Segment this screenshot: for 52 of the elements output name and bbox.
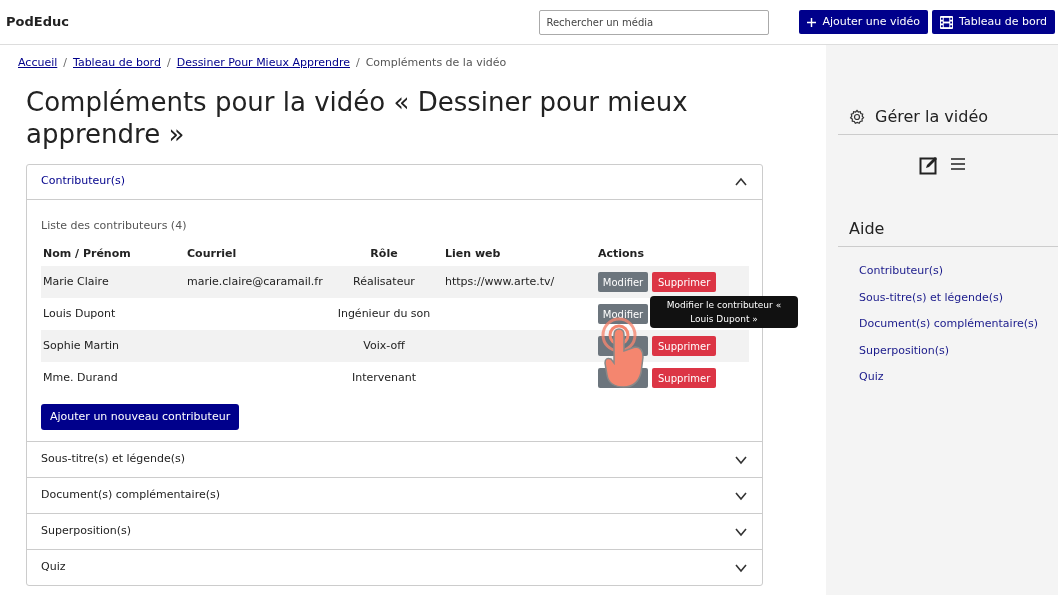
edit-icon[interactable] bbox=[919, 155, 939, 175]
delete-button[interactable]: Supprimer bbox=[652, 336, 717, 356]
table-cell: https://www.arte.tv/ bbox=[445, 274, 555, 288]
table-caption: Liste des contributeurs (4) bbox=[41, 217, 188, 234]
table-cell: marie.claire@caramail.fr bbox=[187, 274, 323, 288]
table-cell: Louis Dupont bbox=[43, 306, 116, 320]
column-header: Courriel bbox=[186, 245, 238, 262]
table-cell: Réalisateur bbox=[353, 274, 415, 288]
section-title: Gérer la vidéo bbox=[875, 106, 988, 128]
page-title: Compléments pour la vidéo « Dessiner pour mieux apprendre » bbox=[26, 85, 689, 150]
breadcrumb-separator: / bbox=[63, 55, 67, 71]
help-link[interactable]: Document(s) complémentaire(s) bbox=[859, 316, 1039, 333]
breadcrumb-link[interactable]: Accueil bbox=[18, 55, 58, 72]
accordion-header[interactable]: Sous-titre(s) et légende(s) bbox=[27, 442, 762, 477]
accordion-header[interactable]: Contributeur(s) bbox=[27, 164, 762, 200]
settings-icon bbox=[849, 109, 865, 125]
table-cell: Sophie Martin bbox=[43, 338, 120, 352]
column-header: Lien web bbox=[444, 245, 502, 262]
dashboard-button[interactable]: Tableau de bord bbox=[932, 10, 1055, 34]
search-field[interactable]: Rechercher un média bbox=[539, 9, 770, 35]
tooltip: Modifier le contributeur « Louis Dupont » bbox=[650, 295, 798, 328]
film-icon bbox=[940, 15, 954, 29]
help-link[interactable]: Sous-titre(s) et légende(s) bbox=[859, 289, 1004, 306]
breadcrumb-separator: / bbox=[355, 55, 360, 71]
column-header: Nom / Prénom bbox=[42, 245, 132, 262]
breadcrumb-link[interactable]: Dessiner Pour Mieux Apprendre bbox=[176, 55, 350, 72]
table-cell: Marie Claire bbox=[43, 274, 109, 288]
help-link[interactable]: Superposition(s) bbox=[859, 342, 950, 359]
add-contributor-button[interactable]: Ajouter un nouveau contributeur bbox=[41, 404, 240, 430]
column-header: Actions bbox=[597, 245, 645, 262]
menu-icon[interactable] bbox=[949, 155, 967, 173]
delete-button[interactable]: Supprimer bbox=[652, 368, 717, 388]
accordion-header[interactable]: Superposition(s) bbox=[27, 514, 762, 549]
edit-button[interactable]: Modifier bbox=[598, 272, 648, 292]
table-cell: Ingénieur du son bbox=[337, 306, 431, 320]
section-title: Aide bbox=[849, 219, 885, 238]
edit-button[interactable]: Modifier bbox=[598, 304, 648, 324]
delete-button[interactable]: Supprimer bbox=[652, 272, 717, 292]
table-cell: Voix-off bbox=[363, 338, 405, 352]
accordion-header[interactable]: Quiz bbox=[27, 550, 762, 585]
breadcrumb-link[interactable]: Tableau de bord bbox=[73, 55, 161, 72]
table-cell: Intervenant bbox=[351, 370, 417, 384]
table-cell: Mme. Durand bbox=[43, 370, 118, 384]
accordion-header[interactable]: Document(s) complémentaire(s) bbox=[27, 478, 762, 513]
brand-name[interactable]: PodEduc bbox=[6, 12, 69, 32]
plus-icon bbox=[807, 17, 817, 27]
breadcrumb-separator: / bbox=[166, 55, 171, 71]
help-link[interactable]: Contributeur(s) bbox=[859, 263, 944, 280]
column-header: Rôle bbox=[369, 245, 399, 262]
breadcrumb-current: Compléments de la vidéo bbox=[365, 55, 507, 71]
add-video-button[interactable]: Ajouter une vidéo bbox=[799, 10, 929, 34]
help-link[interactable]: Quiz bbox=[859, 369, 884, 386]
